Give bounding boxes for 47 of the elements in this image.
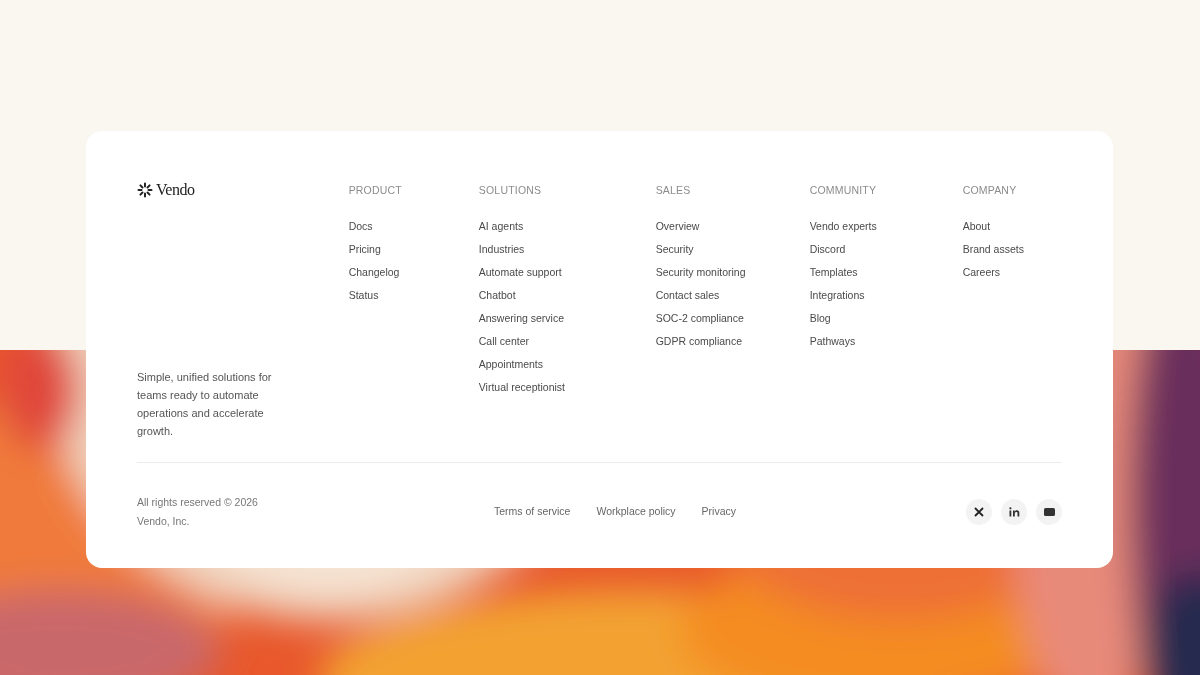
footer-link[interactable]: About <box>962 217 991 235</box>
footer-link[interactable]: Changelog <box>348 263 400 281</box>
brand-logo[interactable]: Vendo <box>137 181 349 199</box>
social-button[interactable] <box>1036 499 1062 525</box>
footer-link[interactable]: Automate support <box>478 263 562 281</box>
column-heading: SOLUTIONS <box>478 183 543 198</box>
footer-link[interactable]: Chatbot <box>478 286 516 304</box>
copyright-text: All rights reserved © 2026 <box>137 495 259 510</box>
social-button[interactable] <box>966 499 992 525</box>
footer-link[interactable]: Contact sales <box>655 286 720 304</box>
footer-link[interactable]: Pathways <box>809 332 856 350</box>
footer-link[interactable]: Status <box>348 286 379 304</box>
tagline: Simple, unified solutions for teams ready to automate operations and accelerate growth. <box>137 370 273 439</box>
footer-link[interactable]: Careers <box>962 263 1000 281</box>
footer-link[interactable]: Brand assets <box>962 240 1024 258</box>
footer-link[interactable]: Discord <box>809 240 846 258</box>
footer-link[interactable]: Answering service <box>478 309 564 327</box>
social-button[interactable] <box>1001 499 1027 525</box>
starburst-icon <box>137 182 153 198</box>
footer-link[interactable]: Virtual receptionist <box>478 378 565 396</box>
footer-link[interactable]: Security monitoring <box>655 263 746 281</box>
footer-link[interactable]: Industries <box>478 240 525 258</box>
column-heading: COMMUNITY <box>809 183 878 198</box>
column-heading: SALES <box>655 183 692 198</box>
footer-link[interactable]: Overview <box>655 217 700 235</box>
linkedin-logo-icon <box>1008 507 1020 517</box>
footer-link[interactable]: Integrations <box>809 286 865 304</box>
mail-icon <box>1043 508 1055 516</box>
footer-link[interactable]: Templates <box>809 263 858 281</box>
x-logo-icon <box>974 507 984 517</box>
copyright-text: Vendo, Inc. <box>137 514 191 529</box>
footer-link[interactable]: Blog <box>809 309 831 327</box>
legal-link[interactable]: Privacy <box>701 504 737 520</box>
footer-link[interactable]: Call center <box>478 332 529 350</box>
column-heading: COMPANY <box>962 183 1018 198</box>
footer-link[interactable]: Docs <box>348 217 373 235</box>
footer-link[interactable]: Pricing <box>348 240 381 258</box>
footer-link[interactable]: AI agents <box>478 217 524 235</box>
brand-name: Vendo <box>156 180 195 200</box>
footer-link[interactable]: SOC-2 compliance <box>655 309 744 327</box>
footer-link[interactable]: Appointments <box>478 355 543 373</box>
footer-link[interactable]: Security <box>655 240 694 258</box>
column-heading: PRODUCT <box>348 183 403 198</box>
legal-link[interactable]: Terms of service <box>494 504 571 520</box>
footer-link[interactable]: GDPR compliance <box>655 332 742 350</box>
footer-link[interactable]: Vendo experts <box>809 217 877 235</box>
legal-link[interactable]: Workplace policy <box>596 504 676 520</box>
